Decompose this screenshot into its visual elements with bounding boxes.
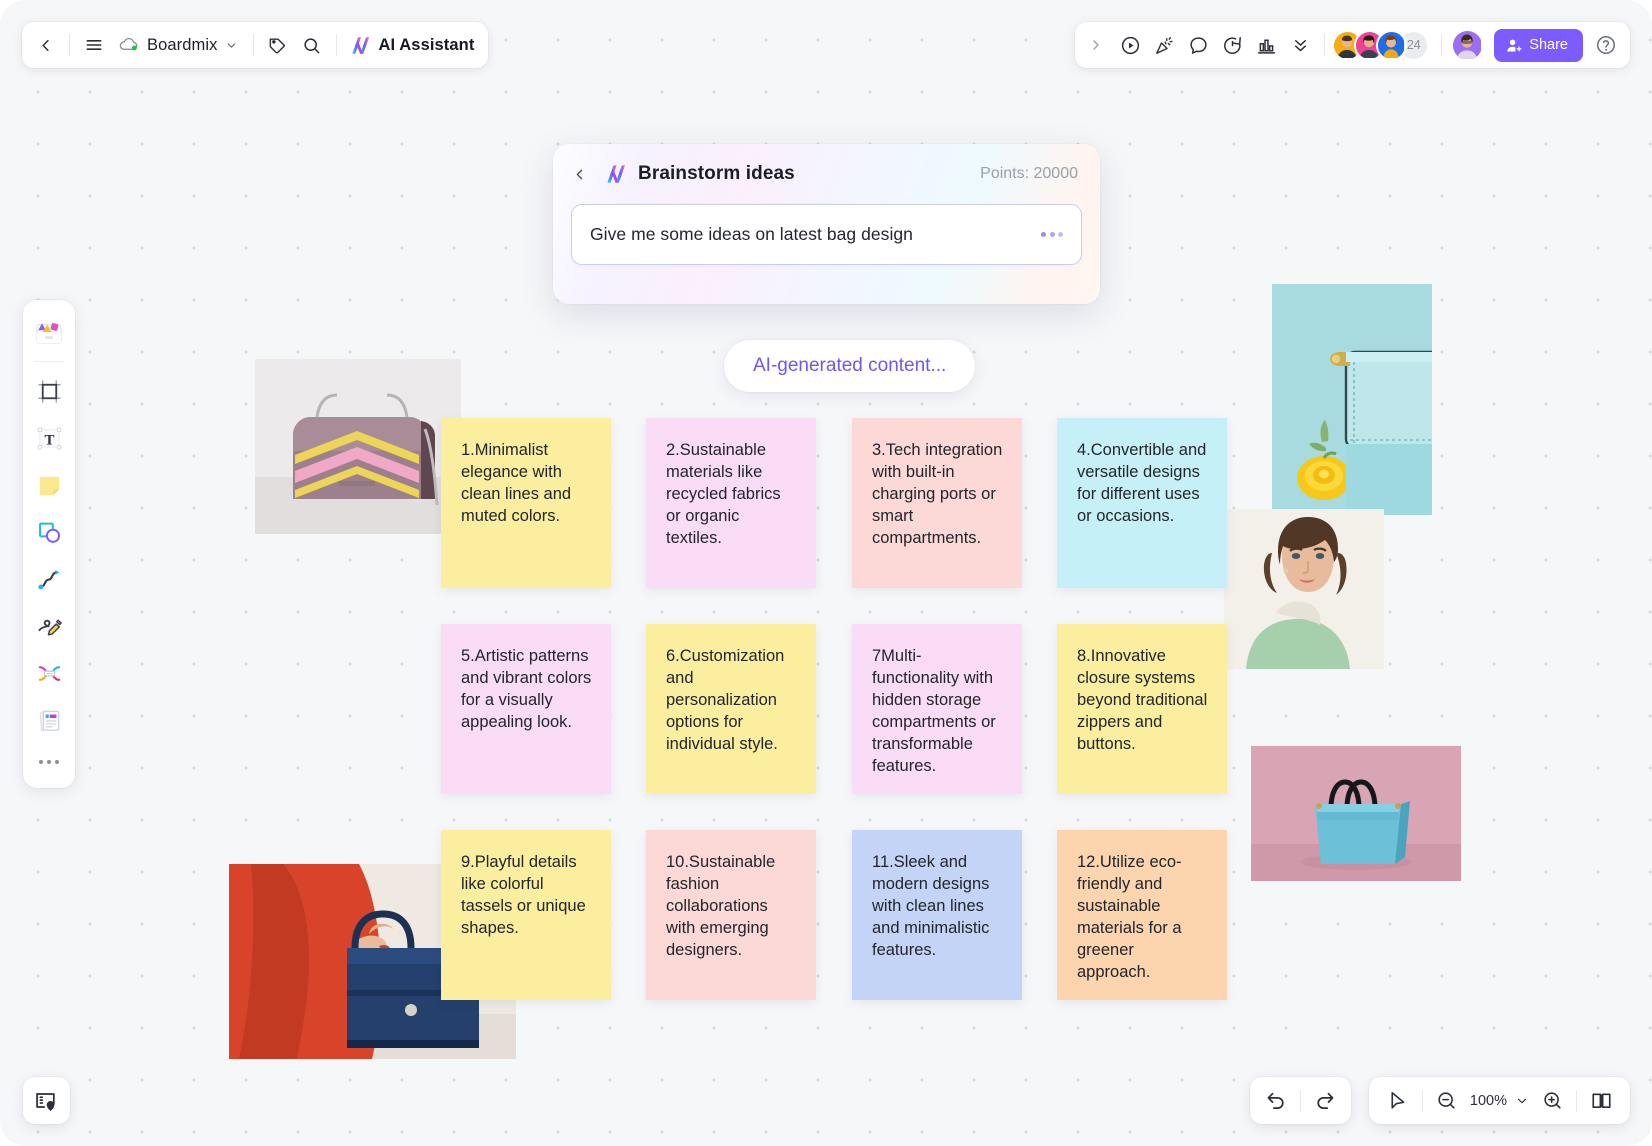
ai-assistant-button[interactable]: AI Assistant: [344, 28, 483, 62]
top-left-toolbar: Boardmix AI Assistant: [22, 22, 489, 68]
tag-icon[interactable]: [261, 28, 295, 62]
divider: [252, 34, 254, 56]
sticky-note[interactable]: 6.Customization and personalization opti…: [646, 624, 816, 794]
celebrate-icon[interactable]: [1147, 28, 1181, 62]
sticky-note-icon[interactable]: [28, 463, 70, 508]
divider: [34, 361, 64, 362]
present-icon[interactable]: [1113, 28, 1147, 62]
undo-button[interactable]: [1257, 1083, 1295, 1119]
text-icon[interactable]: T: [28, 416, 70, 461]
sticky-note[interactable]: 10.Sustainable fashion collaborations wi…: [646, 830, 816, 1000]
search-icon[interactable]: [295, 28, 329, 62]
left-tool-sidebar: T: [23, 300, 75, 788]
avatar[interactable]: [1376, 29, 1408, 61]
locate-button[interactable]: [23, 1077, 70, 1124]
teal-flap-bag-with-yellow-rose-photo[interactable]: [1272, 284, 1432, 515]
mindmap-icon[interactable]: [28, 651, 70, 696]
pages-panel-button[interactable]: [1582, 1083, 1620, 1119]
zoom-dropdown-icon[interactable]: [1511, 1083, 1533, 1119]
ai-assistant-panel: Brainstorm ideas Points: 20000: [553, 144, 1100, 304]
current-user-avatar[interactable]: [1451, 28, 1485, 62]
ai-panel-back-button[interactable]: [571, 160, 595, 188]
ai-assistant-label: AI Assistant: [378, 35, 475, 54]
app-window: 1.Minimalist elegance with clean lines a…: [0, 0, 1652, 1146]
sticky-note[interactable]: 3.Tech integration with built-in chargin…: [852, 418, 1022, 588]
back-button[interactable]: [28, 28, 62, 62]
ai-panel-header: Brainstorm ideas Points: 20000: [553, 144, 1100, 204]
sticky-note[interactable]: 5.Artistic patterns and vibrant colors f…: [441, 624, 611, 794]
ai-points-label: Points: 20000: [980, 165, 1078, 182]
share-button[interactable]: Share: [1494, 28, 1583, 62]
divider: [1441, 34, 1443, 56]
vote-chart-icon[interactable]: [1249, 28, 1283, 62]
ai-panel-title: Brainstorm ideas: [638, 163, 795, 184]
divider: [1324, 34, 1326, 56]
redo-button[interactable]: [1306, 1083, 1344, 1119]
timer-icon[interactable]: [1215, 28, 1249, 62]
undo-redo-group: [1250, 1077, 1351, 1124]
hamburger-menu-icon[interactable]: [77, 28, 111, 62]
mauve-chevron-handbag-photo[interactable]: [255, 359, 461, 534]
zoom-controls: 100%: [1368, 1077, 1630, 1124]
board-name: Boardmix: [147, 35, 218, 54]
blue-tote-bag-on-pink-photo[interactable]: [1251, 746, 1461, 881]
comment-icon[interactable]: [1181, 28, 1215, 62]
frame-icon[interactable]: [28, 369, 70, 414]
more-icon[interactable]: [28, 745, 70, 779]
connector-icon[interactable]: [28, 557, 70, 602]
sticky-note[interactable]: 2.Sustainable materials like recycled fa…: [646, 418, 816, 588]
collaborator-avatars[interactable]: 24: [1332, 29, 1430, 61]
sticky-note[interactable]: 4.Convertible and versatile designs for …: [1057, 418, 1227, 588]
zoom-in-button[interactable]: [1533, 1083, 1571, 1119]
svg-text:T: T: [44, 432, 54, 448]
cloud-icon: [119, 37, 140, 53]
divider: [1300, 1089, 1301, 1112]
ai-prompt-field-wrapper[interactable]: [571, 204, 1082, 265]
zoom-out-button[interactable]: [1428, 1083, 1466, 1119]
ai-loading-dots-icon: [1041, 232, 1063, 237]
ai-generated-content-pill[interactable]: AI-generated content...: [724, 340, 976, 392]
sticky-note[interactable]: 9.Playful details like colorful tassels …: [441, 830, 611, 1000]
share-person-icon: [1506, 37, 1523, 54]
select-cursor-button[interactable]: [1379, 1083, 1417, 1119]
ai-panel-logo-icon: [605, 163, 628, 185]
chevron-down-icon: [225, 39, 238, 52]
ai-prompt-input[interactable]: [590, 224, 1031, 245]
sticky-note[interactable]: 1.Minimalist elegance with clean lines a…: [441, 418, 611, 588]
chevron-double-down-icon[interactable]: [1283, 28, 1317, 62]
pen-icon[interactable]: [28, 604, 70, 649]
sticky-note[interactable]: 11.Sleek and modern designs with clean l…: [852, 830, 1022, 1000]
divider: [69, 34, 70, 56]
divider: [1421, 1089, 1423, 1112]
templates-icon[interactable]: [28, 310, 70, 355]
shapes-icon[interactable]: [28, 510, 70, 555]
divider: [335, 34, 337, 56]
sticky-note[interactable]: 12.Utilize eco-friendly and sustainable …: [1057, 830, 1227, 1000]
divider: [1576, 1089, 1577, 1112]
zoom-level-label[interactable]: 100%: [1466, 1093, 1511, 1109]
ai-logo-icon: [350, 35, 372, 56]
sticky-note[interactable]: 8.Innovative closure systems beyond trad…: [1057, 624, 1227, 794]
share-label: Share: [1529, 37, 1568, 53]
sticky-note[interactable]: 7Multi-functionality with hidden storage…: [852, 624, 1022, 794]
woman-in-green-sweater-portrait-photo[interactable]: [1224, 509, 1384, 669]
help-icon[interactable]: [1589, 28, 1623, 62]
board-name-dropdown[interactable]: Boardmix: [111, 28, 246, 62]
top-right-toolbar: 24 Share: [1075, 22, 1630, 68]
document-icon[interactable]: [28, 698, 70, 743]
expand-toolbar-icon[interactable]: [1079, 28, 1113, 62]
